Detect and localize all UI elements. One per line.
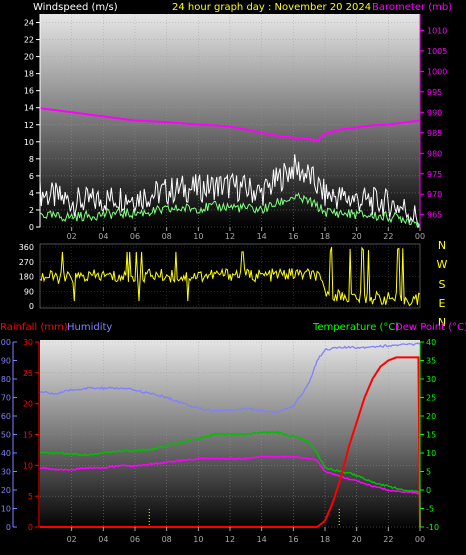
temperature-tick-label: 20 <box>426 412 436 421</box>
right-tick-label: 970 <box>427 190 442 199</box>
x-tick-label: 22 <box>383 232 393 241</box>
temperature-tick-label: 40 <box>426 338 436 347</box>
left-tick-label: 16 <box>24 87 34 96</box>
temperature-tick-label: -10 <box>426 523 439 532</box>
windspeed-label: Windspeed (m/s) <box>33 2 118 13</box>
direction-tick-label: 90 <box>24 287 34 296</box>
rain-tick-label: 5 <box>28 492 33 501</box>
direction-tick-label: 360 <box>19 243 34 252</box>
compass-label: S <box>439 278 446 291</box>
right-tick-label: 990 <box>427 108 442 117</box>
rain-tick-label: 30 <box>23 338 33 347</box>
left-tick-label: 0 <box>29 223 34 232</box>
x-tick-label: 16 <box>288 535 298 544</box>
humidity-tick-label: 70 <box>1 394 11 403</box>
right-tick-label: 1005 <box>427 47 447 56</box>
right-tick-label: 985 <box>427 129 442 138</box>
x-tick-label: 08 <box>162 535 172 544</box>
humidity-tick-label: 80 <box>1 375 11 384</box>
x-tick-label: 18 <box>320 535 330 544</box>
temperature-tick-label: 15 <box>426 431 436 440</box>
x-tick-label: 20 <box>352 535 362 544</box>
rain-tick-label: 25 <box>23 369 33 378</box>
x-tick-label: 14 <box>257 232 267 241</box>
left-tick-label: 12 <box>24 121 34 130</box>
x-tick-label: 14 <box>257 535 267 544</box>
x-tick-label: 16 <box>288 232 298 241</box>
x-tick-label: 08 <box>162 232 172 241</box>
weather-chart: Windspeed (m/s) 24 hour graph day : Nove… <box>0 2 466 544</box>
left-tick-label: 24 <box>24 19 34 28</box>
x-tick-label: 06 <box>130 535 140 544</box>
direction-tick-label: 0 <box>29 302 34 311</box>
x-tick-label: 10 <box>193 535 203 544</box>
x-tick-label: 20 <box>352 232 362 241</box>
direction-tick-label: 270 <box>19 258 34 267</box>
rainfall-label: Rainfall (mm) <box>0 322 68 333</box>
left-tick-label: 10 <box>24 138 34 147</box>
temperature-tick-label: 25 <box>426 394 436 403</box>
right-tick-label: 995 <box>427 88 442 97</box>
x-tick-label: 12 <box>225 232 235 241</box>
left-tick-label: 2 <box>29 206 34 215</box>
left-tick-label: 4 <box>29 189 34 198</box>
temperature-tick-label: 0 <box>426 486 431 495</box>
left-tick-label: 6 <box>29 172 34 181</box>
right-tick-label: 975 <box>427 170 442 179</box>
rain-tick-label: 0 <box>28 523 33 532</box>
temperature-tick-label: -5 <box>426 505 434 514</box>
compass-label: E <box>439 297 446 310</box>
compass-label: W <box>437 258 448 271</box>
temperature-tick-label: 5 <box>426 468 431 477</box>
x-tick-label: 02 <box>67 232 77 241</box>
rain-tick-label: 15 <box>23 431 33 440</box>
x-tick-label: 04 <box>98 535 108 544</box>
humidity-tick-label: 10 <box>1 505 11 514</box>
x-tick-label: 00 <box>415 232 425 241</box>
temperature-tick-label: 35 <box>426 357 436 366</box>
humidity-tick-label: 60 <box>1 412 11 421</box>
right-tick-label: 980 <box>427 149 442 158</box>
x-tick-label: 10 <box>193 232 203 241</box>
humidity-tick-label: 0 <box>6 523 11 532</box>
temperature-tick-label: 10 <box>426 449 436 458</box>
left-tick-label: 18 <box>24 70 34 79</box>
x-tick-label: 02 <box>67 535 77 544</box>
humidity-tick-label: 20 <box>1 486 11 495</box>
rain-tick-label: 20 <box>23 400 33 409</box>
right-tick-label: 965 <box>427 211 442 220</box>
left-tick-label: 22 <box>24 36 34 45</box>
humidity-label: Humidity <box>67 322 112 333</box>
compass-label: N <box>438 239 446 252</box>
temperature-tick-label: 30 <box>426 375 436 384</box>
humidity-tick-label: 30 <box>1 468 11 477</box>
x-tick-label: 06 <box>130 232 140 241</box>
humidity-tick-label: 90 <box>1 357 11 366</box>
left-tick-label: 14 <box>24 104 34 113</box>
right-tick-label: 1010 <box>427 26 447 35</box>
left-tick-label: 8 <box>29 155 34 164</box>
x-tick-label: 04 <box>98 232 108 241</box>
temperature-label: Temperature (°C) <box>312 322 399 333</box>
rain-tick-label: 10 <box>23 461 33 470</box>
x-tick-label: 18 <box>320 232 330 241</box>
left-tick-label: 20 <box>24 53 34 62</box>
humidity-tick-label: 50 <box>1 431 11 440</box>
barometer-label: Barometer (mb) <box>372 2 452 13</box>
x-tick-label: 12 <box>225 535 235 544</box>
dewpoint-label: Dew Point (°C) <box>395 322 466 333</box>
x-tick-label: 22 <box>383 535 393 544</box>
right-tick-label: 1000 <box>427 67 447 76</box>
x-tick-label: 00 <box>415 535 425 544</box>
direction-tick-label: 180 <box>19 273 34 282</box>
graph-title: 24 hour graph day : November 20 2024 <box>172 2 371 13</box>
humidity-tick-label: 100 <box>0 338 11 347</box>
humidity-tick-label: 40 <box>1 449 11 458</box>
